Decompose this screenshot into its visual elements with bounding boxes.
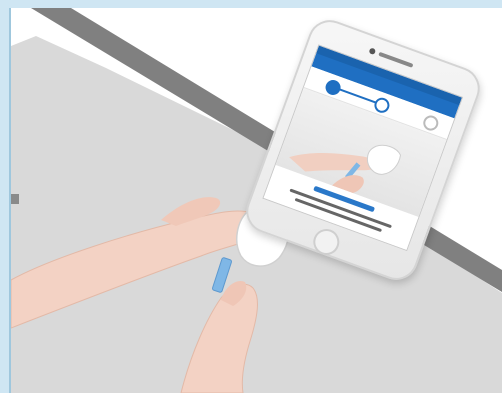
left-edge-mark [11,194,19,204]
front-camera-icon [368,47,377,56]
photo-scene [11,8,502,393]
mini-meter [367,144,402,175]
step-1-complete-icon [323,77,343,98]
step-3-pending-icon [421,113,441,133]
speaker-grille [378,51,414,68]
left-frame-strip [0,0,9,393]
top-frame-strip [0,0,502,8]
caption-line-2 [294,197,383,233]
step-2-current-icon [372,95,392,115]
